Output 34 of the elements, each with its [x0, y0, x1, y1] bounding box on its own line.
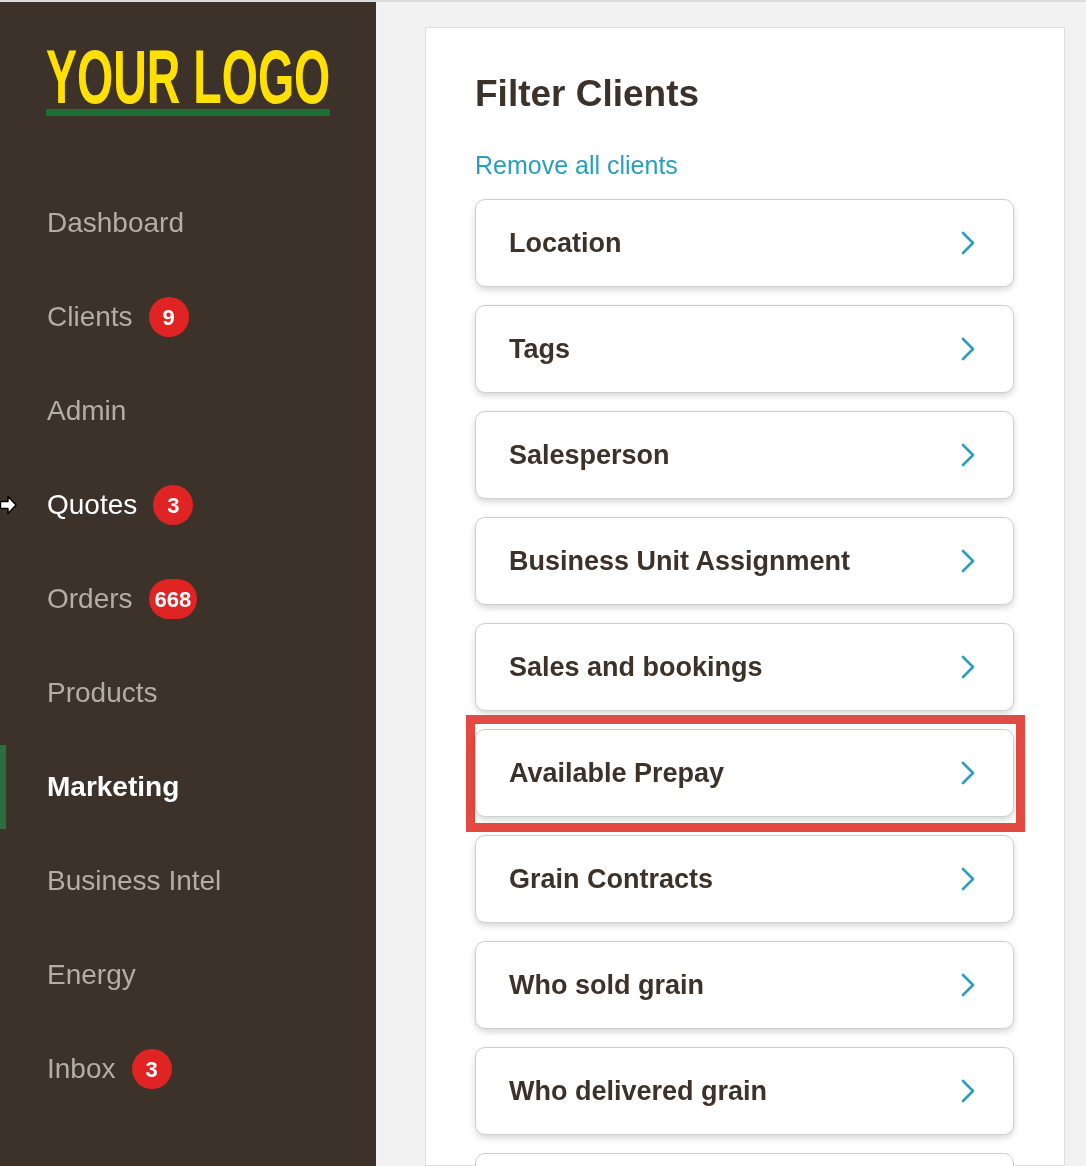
nav-item[interactable]: Inbox 3	[0, 1027, 176, 1111]
chevron-right-icon	[961, 549, 975, 573]
filter-button[interactable]: Tags	[475, 305, 1014, 393]
count-badge: 3	[153, 485, 194, 525]
nav-item[interactable]: Dashboard	[0, 181, 188, 265]
count-badge: 3	[131, 1049, 172, 1089]
chevron-right-icon	[961, 231, 975, 255]
filter-button[interactable]: Available Prepay	[475, 729, 1014, 817]
nav-item[interactable]: Admin	[0, 369, 131, 453]
nav-item[interactable]: Products	[0, 651, 162, 735]
filter-button[interactable]: Business Unit Assignment	[475, 517, 1014, 605]
nav-item[interactable]: Clients 9	[0, 275, 193, 359]
chevron-right-icon	[961, 337, 975, 361]
chevron-right-icon	[961, 973, 975, 997]
chevron-right-icon	[961, 761, 975, 785]
nav-item[interactable]: Quotes 3	[0, 463, 198, 547]
chevron-right-icon	[961, 867, 975, 891]
panel-title: Filter Clients	[475, 72, 700, 115]
filter-button[interactable]: Who delivered grain	[475, 1047, 1014, 1135]
nav-item[interactable]: Marketing	[0, 745, 184, 829]
logo: YOUR LOGO	[46, 44, 331, 116]
filter-button[interactable]: Grain Contracts	[475, 835, 1014, 923]
nav-item[interactable]: Orders 668	[0, 557, 202, 641]
chevron-right-icon	[961, 443, 975, 467]
chevron-right-icon	[961, 1079, 975, 1103]
nav-item[interactable]: Business Intel	[0, 839, 226, 923]
nav-item[interactable]: Energy	[0, 933, 140, 1017]
count-badge: 668	[148, 579, 198, 619]
chevron-right-icon	[961, 655, 975, 679]
filter-button[interactable]: Who sold grain	[475, 941, 1014, 1029]
count-badge: 9	[148, 297, 189, 337]
filter-button[interactable]: Sales and bookings	[475, 623, 1014, 711]
filter-button[interactable]: Salesperson	[475, 411, 1014, 499]
filter-button[interactable]: Location	[475, 199, 1014, 287]
